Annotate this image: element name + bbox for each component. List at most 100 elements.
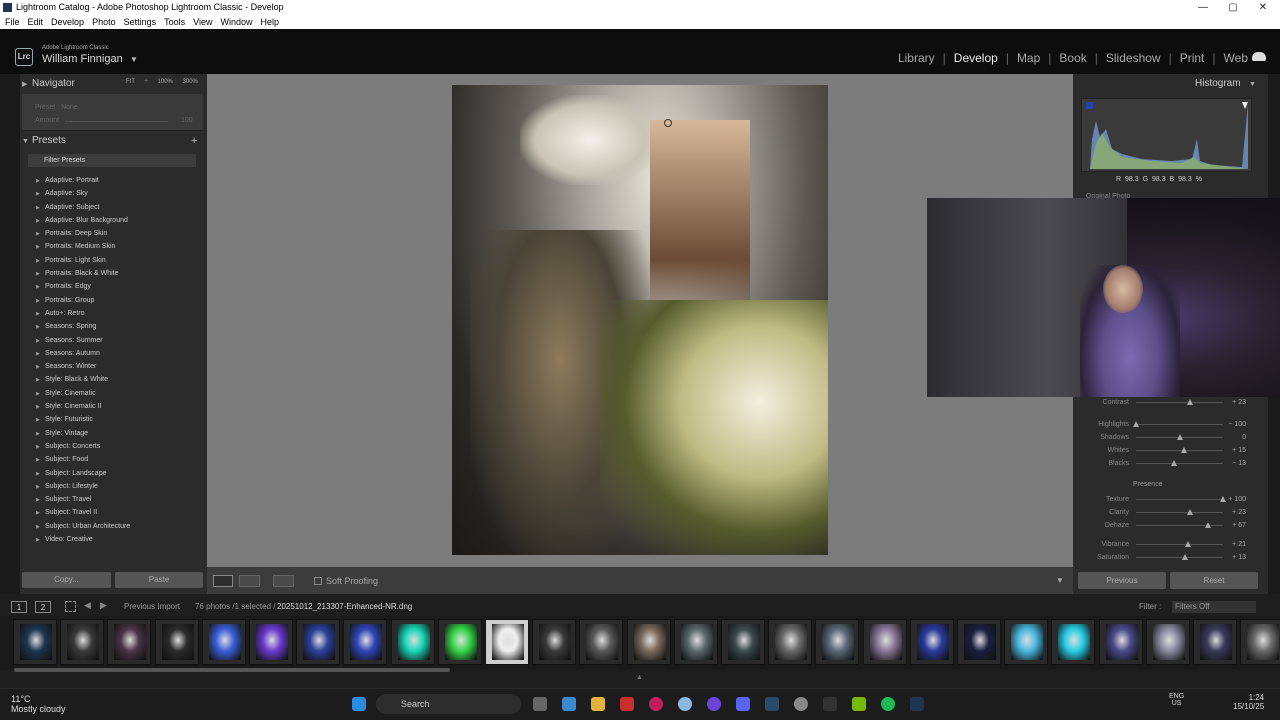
menu-file[interactable]: File	[5, 15, 20, 29]
forward-arrow-icon[interactable]: ▶	[100, 600, 107, 611]
preset-group-item[interactable]: ▶ Seasons: Winter	[36, 360, 196, 373]
filmstrip-thumbnail[interactable]	[1240, 619, 1280, 665]
slider-thumb[interactable]	[1185, 541, 1192, 547]
module-map[interactable]: Map	[1017, 51, 1040, 65]
preset-group-item[interactable]: ▶ Adaptive: Blur Background	[36, 214, 196, 227]
menu-edit[interactable]: Edit	[28, 15, 44, 29]
filmstrip-thumbnail[interactable]	[154, 619, 199, 665]
slider-thumb[interactable]	[1176, 434, 1183, 440]
filmstrip-thumbnail[interactable]	[485, 619, 529, 665]
slider-track[interactable]	[1136, 402, 1223, 403]
filmstrip-thumbnail[interactable]	[1004, 619, 1049, 665]
module-library[interactable]: Library	[898, 51, 935, 65]
menu-photo[interactable]: Photo	[92, 15, 116, 29]
preset-group-item[interactable]: ▶ Subject: Urban Architecture	[36, 520, 196, 533]
secondary-window-button[interactable]: 2	[35, 601, 51, 613]
filmstrip-thumbnail[interactable]	[721, 619, 765, 665]
filmstrip-thumbnail[interactable]	[1051, 619, 1096, 665]
highlight-clipping-indicator[interactable]	[1242, 102, 1248, 109]
filmstrip-thumbnail[interactable]	[343, 619, 388, 665]
preset-group-item[interactable]: ▶ Portraits: Medium Skin	[36, 240, 196, 253]
taskbar-search[interactable]: Search	[376, 694, 521, 714]
maximize-button[interactable]: ▢	[1218, 0, 1248, 15]
filmstrip-source[interactable]: Previous Import	[124, 598, 180, 616]
histogram-chart[interactable]	[1081, 98, 1252, 172]
module-book[interactable]: Book	[1059, 51, 1086, 65]
slider-thumb[interactable]	[1181, 554, 1188, 560]
app-icon[interactable]	[620, 697, 634, 711]
menu-settings[interactable]: Settings	[124, 15, 157, 29]
slider-thumb[interactable]	[1171, 460, 1178, 466]
slider-track[interactable]	[1136, 450, 1223, 451]
slider-value[interactable]: + 67	[1232, 519, 1246, 532]
filmstrip-thumbnail[interactable]	[815, 619, 860, 665]
reset-button[interactable]: Reset	[1170, 572, 1258, 589]
slider-thumb[interactable]	[1186, 509, 1193, 515]
filmstrip-thumbnail[interactable]	[673, 619, 718, 665]
module-slideshow[interactable]: Slideshow	[1106, 51, 1161, 65]
histogram-title[interactable]: Histogram	[1195, 78, 1241, 89]
discord-icon[interactable]	[736, 697, 750, 711]
previous-button[interactable]: Previous	[1078, 572, 1166, 589]
module-web[interactable]: Web	[1224, 51, 1248, 65]
filmstrip-thumbnail[interactable]	[249, 619, 293, 665]
filmstrip-thumbnail[interactable]	[1193, 619, 1237, 665]
identity-name[interactable]: William Finnigan	[42, 53, 123, 65]
slider-value[interactable]: − 100	[1228, 418, 1246, 431]
back-arrow-icon[interactable]: ◀	[84, 600, 91, 611]
slider-track[interactable]	[1136, 424, 1223, 425]
slider-thumb[interactable]	[1205, 522, 1212, 528]
loupe-view-icon[interactable]	[213, 575, 233, 587]
filmstrip-thumbnail[interactable]	[768, 619, 813, 665]
slider-track[interactable]	[1136, 557, 1223, 558]
filmstrip-thumbnail[interactable]	[107, 619, 152, 665]
preset-group-item[interactable]: ▶ Portraits: Deep Skin	[36, 227, 196, 240]
filmstrip-thumbnail[interactable]	[626, 619, 671, 665]
preset-group-item[interactable]: ▶ Adaptive: Sky	[36, 187, 196, 200]
filmstrip-thumbnail[interactable]	[532, 619, 577, 665]
slider-value[interactable]: + 100	[1228, 493, 1246, 506]
menu-view[interactable]: View	[193, 15, 212, 29]
app-icon[interactable]	[678, 697, 692, 711]
preset-group-item[interactable]: ▶ Portraits: Edgy	[36, 280, 196, 293]
menu-window[interactable]: Window	[221, 15, 253, 29]
filter-presets-input[interactable]: Filter Presets	[28, 154, 196, 167]
nvidia-icon[interactable]	[852, 697, 866, 711]
slider-thumb[interactable]	[1186, 399, 1193, 405]
shadow-clipping-indicator[interactable]	[1086, 102, 1093, 109]
preset-group-item[interactable]: ▶ Portraits: Black & White	[36, 267, 196, 280]
panel-toggle-arrow-icon[interactable]: ▲	[636, 674, 643, 681]
preset-group-item[interactable]: ▶ Subject: Travel	[36, 493, 196, 506]
filmstrip-thumbnail[interactable]	[390, 619, 435, 665]
module-develop[interactable]: Develop	[954, 51, 998, 65]
close-button[interactable]: ✕	[1248, 0, 1278, 15]
preset-group-item[interactable]: ▶ Subject: Lifestyle	[36, 480, 196, 493]
primary-window-button[interactable]: 1	[11, 601, 27, 613]
preset-group-item[interactable]: ▶ Subject: Concerts	[36, 440, 196, 453]
slider-thumb[interactable]	[1133, 421, 1139, 427]
toolbar-menu-chevron-icon[interactable]: ▼	[1056, 576, 1064, 585]
cloud-sync-icon[interactable]	[1252, 52, 1266, 61]
preset-group-item[interactable]: ▶ Style: Black & White	[36, 373, 196, 386]
app-icon[interactable]	[823, 697, 837, 711]
slider-thumb[interactable]	[1220, 496, 1226, 502]
filmstrip-thumbnail[interactable]	[13, 619, 57, 665]
filter-dropdown[interactable]: Filters Off	[1172, 601, 1256, 613]
preset-group-item[interactable]: ▶ Style: Vintage	[36, 427, 196, 440]
slider-value[interactable]: + 21	[1232, 538, 1246, 551]
app-icon[interactable]	[794, 697, 808, 711]
slider-track[interactable]	[1136, 463, 1223, 464]
filmstrip-thumbnail[interactable]	[201, 619, 246, 665]
preset-group-item[interactable]: ▶ Subject: Travel II	[36, 506, 196, 519]
paste-button[interactable]: Paste	[115, 572, 203, 588]
slider-track[interactable]	[1136, 544, 1223, 545]
preset-amount-slider[interactable]	[65, 121, 168, 122]
filmstrip-thumbnail[interactable]	[579, 619, 624, 665]
preset-group-item[interactable]: ▶ Seasons: Spring	[36, 320, 196, 333]
filmstrip-thumbnail[interactable]	[957, 619, 1001, 665]
module-print[interactable]: Print	[1180, 51, 1205, 65]
slider-value[interactable]: + 23	[1232, 506, 1246, 519]
filmstrip-thumbnail[interactable]	[1098, 619, 1143, 665]
preset-group-item[interactable]: ▶ Video: Creative	[36, 533, 196, 546]
filmstrip-thumbnail[interactable]	[1145, 619, 1190, 665]
